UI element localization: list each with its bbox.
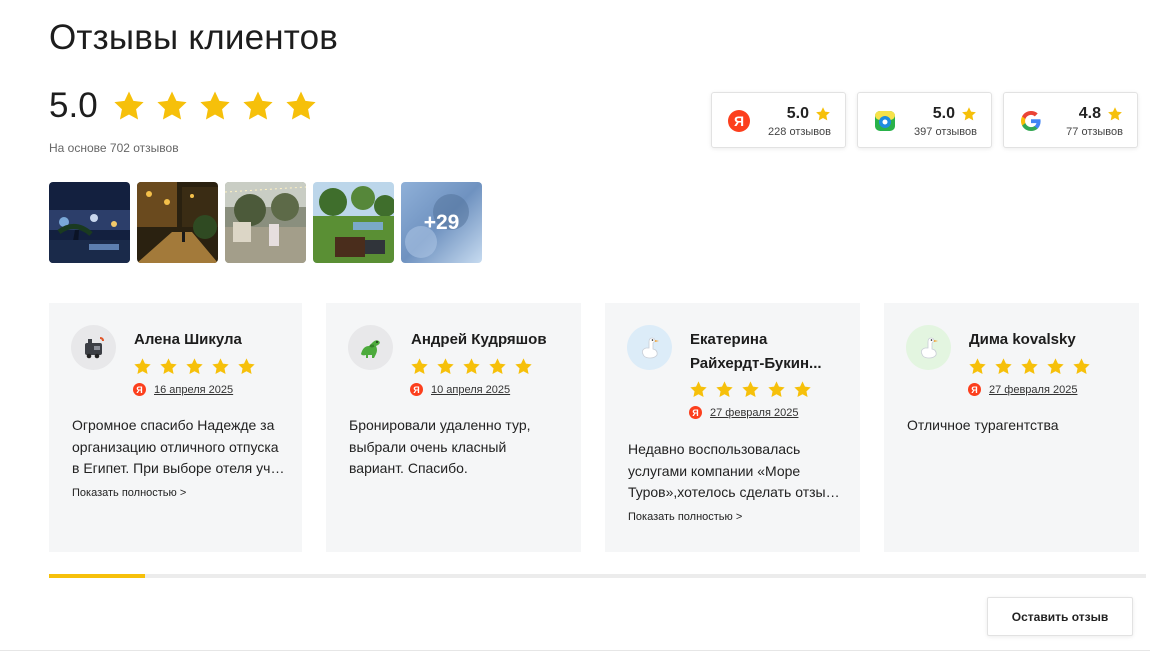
star-icon bbox=[489, 358, 506, 375]
photo-gallery: +29 bbox=[49, 182, 482, 263]
yandex-icon: Я bbox=[133, 383, 146, 396]
review-stars bbox=[968, 357, 1091, 376]
star-icon bbox=[463, 358, 480, 375]
star-icon bbox=[515, 358, 532, 375]
train-icon bbox=[84, 336, 104, 358]
yandex-icon: Я bbox=[968, 383, 981, 396]
google-icon bbox=[1021, 111, 1041, 131]
star-icon bbox=[200, 91, 230, 120]
source-score: 5.0 bbox=[933, 105, 977, 123]
star-icon bbox=[437, 358, 454, 375]
review-author: Екатерина Райхердт-Букин... bbox=[690, 331, 822, 372]
star-icon bbox=[742, 381, 759, 398]
review-author: Алена Шикула bbox=[134, 331, 242, 348]
review-card: Дима kovalsky Я 27 февраля 2025 Отличное… bbox=[884, 303, 1139, 552]
rating-stars bbox=[112, 89, 318, 123]
review-photo[interactable] bbox=[137, 182, 218, 263]
star-icon bbox=[768, 381, 785, 398]
review-meta: Я 16 апреля 2025 bbox=[133, 383, 233, 396]
star-icon bbox=[690, 381, 707, 398]
show-more-link[interactable]: Показать полностью > bbox=[628, 511, 742, 523]
review-date[interactable]: 27 февраля 2025 bbox=[989, 384, 1077, 396]
star-icon bbox=[411, 358, 428, 375]
more-photos-button[interactable]: +29 bbox=[401, 182, 482, 263]
review-photo[interactable] bbox=[313, 182, 394, 263]
goose-icon bbox=[920, 337, 938, 358]
star-icon bbox=[243, 91, 273, 120]
carousel-progress-fill bbox=[49, 574, 145, 578]
star-icon bbox=[160, 358, 177, 375]
source-count: 77 отзывов bbox=[1066, 126, 1123, 138]
review-stars bbox=[410, 357, 533, 376]
avatar bbox=[71, 325, 116, 370]
2gis-icon bbox=[875, 111, 895, 131]
page-title: Отзывы клиентов bbox=[49, 18, 339, 57]
star-icon bbox=[962, 107, 976, 121]
star-icon bbox=[1073, 358, 1090, 375]
review-date[interactable]: 10 апреля 2025 bbox=[431, 384, 510, 396]
star-icon bbox=[212, 358, 229, 375]
review-author: Андрей Кудряшов bbox=[411, 331, 547, 348]
yandex-icon: Я bbox=[410, 383, 423, 396]
yandex-icon: Я bbox=[689, 406, 702, 419]
avatar bbox=[906, 325, 951, 370]
star-icon bbox=[995, 358, 1012, 375]
review-meta: Я 27 февраля 2025 bbox=[689, 406, 798, 419]
source-yandex[interactable]: Я 5.0 228 отзывов bbox=[711, 92, 846, 148]
review-date[interactable]: 27 февраля 2025 bbox=[710, 407, 798, 419]
review-author: Дима kovalsky bbox=[969, 331, 1076, 348]
star-icon bbox=[1047, 358, 1064, 375]
review-stars bbox=[133, 357, 256, 376]
more-photos-count: +29 bbox=[423, 210, 460, 234]
review-meta: Я 10 апреля 2025 bbox=[410, 383, 510, 396]
review-meta: Я 27 февраля 2025 bbox=[968, 383, 1077, 396]
star-icon bbox=[286, 91, 316, 120]
leave-review-button[interactable]: Оставить отзыв bbox=[987, 597, 1133, 636]
star-icon bbox=[1021, 358, 1038, 375]
svg-text:Я: Я bbox=[734, 113, 744, 129]
star-icon bbox=[186, 358, 203, 375]
star-icon bbox=[816, 107, 830, 121]
source-score: 5.0 bbox=[787, 105, 831, 123]
yandex-icon: Я bbox=[728, 110, 750, 132]
star-icon bbox=[969, 358, 986, 375]
review-card: Екатерина Райхердт-Букин... Я 27 февраля… bbox=[605, 303, 860, 552]
review-text: Отличное турагентства bbox=[907, 417, 1059, 433]
avatar bbox=[348, 325, 393, 370]
star-icon bbox=[238, 358, 255, 375]
goose-icon bbox=[641, 337, 659, 358]
source-count: 228 отзывов bbox=[768, 126, 831, 138]
star-icon bbox=[134, 358, 151, 375]
review-photo[interactable] bbox=[225, 182, 306, 263]
review-text: Огромное спасибо Надежде за организацию … bbox=[72, 417, 287, 476]
star-icon bbox=[157, 91, 187, 120]
dinosaur-icon bbox=[360, 339, 380, 358]
star-icon bbox=[1108, 107, 1122, 121]
review-stars bbox=[689, 380, 812, 399]
review-card: Алена Шикула Я 16 апреля 2025 Огромное с… bbox=[49, 303, 302, 552]
review-text: Недавно воспользовалась услугами компани… bbox=[628, 441, 834, 500]
source-2gis[interactable]: 5.0 397 отзывов bbox=[857, 92, 992, 148]
avatar bbox=[627, 325, 672, 370]
source-count: 397 отзывов bbox=[914, 126, 977, 138]
review-text: Бронировали удаленно тур, выбрали очень … bbox=[349, 417, 531, 476]
review-photo[interactable] bbox=[49, 182, 130, 263]
rating-sources: Я 5.0 228 отзывов 5.0 397 отзывов 4.8 77… bbox=[711, 92, 1138, 148]
rating-subtitle: На основе 702 отзывов bbox=[49, 141, 179, 155]
star-icon bbox=[114, 91, 144, 120]
source-score: 4.8 bbox=[1079, 105, 1123, 123]
review-card: Андрей Кудряшов Я 10 апреля 2025 Брониро… bbox=[326, 303, 581, 552]
star-icon bbox=[716, 381, 733, 398]
rating-value: 5.0 bbox=[49, 86, 98, 125]
carousel-progress[interactable] bbox=[49, 574, 1146, 578]
star-icon bbox=[794, 381, 811, 398]
overall-rating: 5.0 bbox=[49, 86, 318, 126]
review-date[interactable]: 16 апреля 2025 bbox=[154, 384, 233, 396]
show-more-link[interactable]: Показать полностью > bbox=[72, 487, 186, 499]
source-google[interactable]: 4.8 77 отзывов bbox=[1003, 92, 1138, 148]
